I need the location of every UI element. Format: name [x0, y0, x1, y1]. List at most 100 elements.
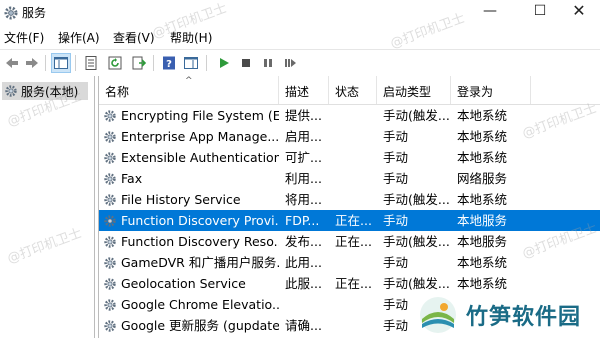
service-status	[329, 315, 377, 336]
service-status	[329, 168, 377, 189]
show-console-tree-icon[interactable]	[51, 53, 71, 73]
service-description: 此服...	[285, 276, 322, 291]
table-row[interactable]: Function Discovery Reso... 发布... 正在... 手动(触…	[99, 231, 600, 252]
start-service-icon[interactable]	[214, 53, 234, 73]
show-action-pane-icon[interactable]	[181, 53, 201, 73]
service-startup-type: 手动(触发...	[383, 108, 449, 123]
service-gear-icon	[104, 193, 116, 206]
table-row[interactable]: Geolocation Service 此服... 正在... 手动(触发... 本地系…	[99, 273, 600, 294]
menu-help[interactable]: 帮助(H)	[170, 29, 212, 46]
service-description: 利用...	[285, 171, 322, 186]
service-gear-icon	[104, 277, 116, 290]
service-name: Function Discovery Provi...	[121, 213, 279, 228]
service-name-cell: Google Chrome Elevatio...	[101, 294, 279, 315]
service-log-on-as: 本地系统	[457, 276, 508, 291]
help-icon[interactable]: ?	[159, 53, 179, 73]
table-row[interactable]: Function Discovery Provi... FDP... 正在... 手动…	[99, 210, 600, 231]
service-name: Fax	[121, 171, 143, 186]
title-bar: 服务 — ☐ ✕	[0, 0, 600, 25]
service-name-cell: Function Discovery Provi...	[101, 210, 279, 231]
column-header-startup-type[interactable]: 启动类型	[377, 76, 451, 104]
column-header-status[interactable]: 状态	[329, 76, 377, 104]
service-description: 提供...	[285, 108, 322, 123]
restart-service-icon[interactable]	[280, 53, 300, 73]
column-header-log-on-as[interactable]: 登录为	[451, 76, 531, 104]
service-status	[329, 252, 377, 273]
brand-text: 竹笋软件园	[466, 305, 582, 330]
service-gear-icon	[104, 319, 116, 332]
table-row[interactable]: GameDVR 和广播用户服务... 此用... 手动 本地系统	[99, 252, 600, 273]
service-description: 发布...	[285, 234, 322, 249]
tree-item-services-local[interactable]: 服务(本地)	[2, 82, 88, 100]
properties-icon[interactable]	[81, 53, 101, 73]
menu-file[interactable]: 文件(F)	[4, 29, 44, 46]
brand-watermark: 竹笋软件园	[412, 292, 600, 338]
service-name-cell: Geolocation Service	[101, 273, 279, 294]
service-gear-icon	[104, 256, 116, 269]
table-row[interactable]: Enterprise App Manage... 启用... 手动 本地系统	[99, 126, 600, 147]
service-description: FDP...	[285, 213, 320, 228]
column-header-description[interactable]: 描述	[279, 76, 329, 104]
maximize-button[interactable]: ☐	[518, 0, 562, 25]
service-gear-icon	[104, 109, 116, 122]
forward-arrow-icon[interactable]	[22, 53, 42, 73]
service-name-cell: Enterprise App Manage...	[101, 126, 279, 147]
menu-action[interactable]: 操作(A)	[58, 29, 100, 46]
service-description: 请确...	[285, 318, 322, 333]
service-log-on-as: 本地服务	[457, 234, 508, 249]
service-name: Geolocation Service	[121, 276, 246, 291]
service-status: 正在...	[335, 213, 372, 228]
service-status	[329, 189, 377, 210]
back-arrow-icon[interactable]	[2, 53, 22, 73]
service-log-on-as: 本地服务	[457, 213, 508, 228]
pause-service-icon[interactable]	[258, 53, 278, 73]
service-status	[329, 147, 377, 168]
table-row[interactable]: Encrypting File System (E... 提供... 手动(触发..…	[99, 105, 600, 126]
service-name-cell: Fax	[101, 168, 279, 189]
service-gear-icon	[104, 151, 116, 164]
service-startup-type: 手动(触发...	[383, 192, 449, 207]
service-name: Extensible Authentication...	[121, 150, 279, 165]
service-gear-icon	[104, 298, 116, 311]
table-row[interactable]: Extensible Authentication... 可扩... 手动 本地系统	[99, 147, 600, 168]
service-name: File History Service	[121, 192, 241, 207]
menu-view[interactable]: 查看(V)	[113, 29, 155, 46]
service-name-cell: Extensible Authentication...	[101, 147, 279, 168]
service-startup-type: 手动(触发...	[383, 276, 449, 291]
service-log-on-as: 网络服务	[457, 171, 508, 186]
export-list-icon[interactable]	[129, 53, 149, 73]
svg-text:?: ?	[166, 59, 172, 70]
service-description: 此用...	[285, 255, 322, 270]
service-name: Encrypting File System (E...	[121, 108, 279, 123]
toolbar-separator	[153, 55, 154, 71]
column-header-name[interactable]: 名称	[99, 76, 279, 104]
service-name: Google Chrome Elevatio...	[121, 297, 279, 312]
table-row[interactable]: Fax 利用... 手动 网络服务	[99, 168, 600, 189]
services-gear-icon	[5, 85, 17, 97]
service-log-on-as: 本地系统	[457, 255, 508, 270]
console-tree: 服务(本地)	[0, 76, 95, 338]
service-log-on-as: 本地系统	[457, 192, 508, 207]
window-title: 服务	[22, 6, 47, 20]
toolbar: ?	[0, 49, 600, 76]
service-startup-type: 手动	[383, 150, 409, 165]
service-name: GameDVR 和广播用户服务...	[121, 255, 279, 270]
table-row[interactable]: File History Service 将用... 手动(触发... 本地系统	[99, 189, 600, 210]
bamboo-logo-icon	[420, 297, 456, 333]
menu-bar: 文件(F) 操作(A) 查看(V) 帮助(H)	[0, 26, 600, 48]
service-log-on-as: 本地系统	[457, 150, 508, 165]
service-startup-type: 手动(触发...	[383, 234, 449, 249]
toolbar-separator	[45, 55, 46, 71]
service-startup-type: 手动	[383, 129, 409, 144]
minimize-button[interactable]: —	[468, 0, 512, 25]
service-name: Enterprise App Manage...	[121, 129, 279, 144]
services-gear-icon	[4, 6, 18, 20]
stop-service-icon[interactable]	[236, 53, 256, 73]
refresh-icon[interactable]	[105, 53, 125, 73]
service-status: 正在...	[335, 276, 372, 291]
service-name: Google 更新服务 (gupdate)	[121, 318, 279, 333]
toolbar-separator	[206, 55, 207, 71]
close-button[interactable]: ✕	[558, 0, 600, 25]
service-description: 启用...	[285, 129, 322, 144]
service-name-cell: GameDVR 和广播用户服务...	[101, 252, 279, 273]
